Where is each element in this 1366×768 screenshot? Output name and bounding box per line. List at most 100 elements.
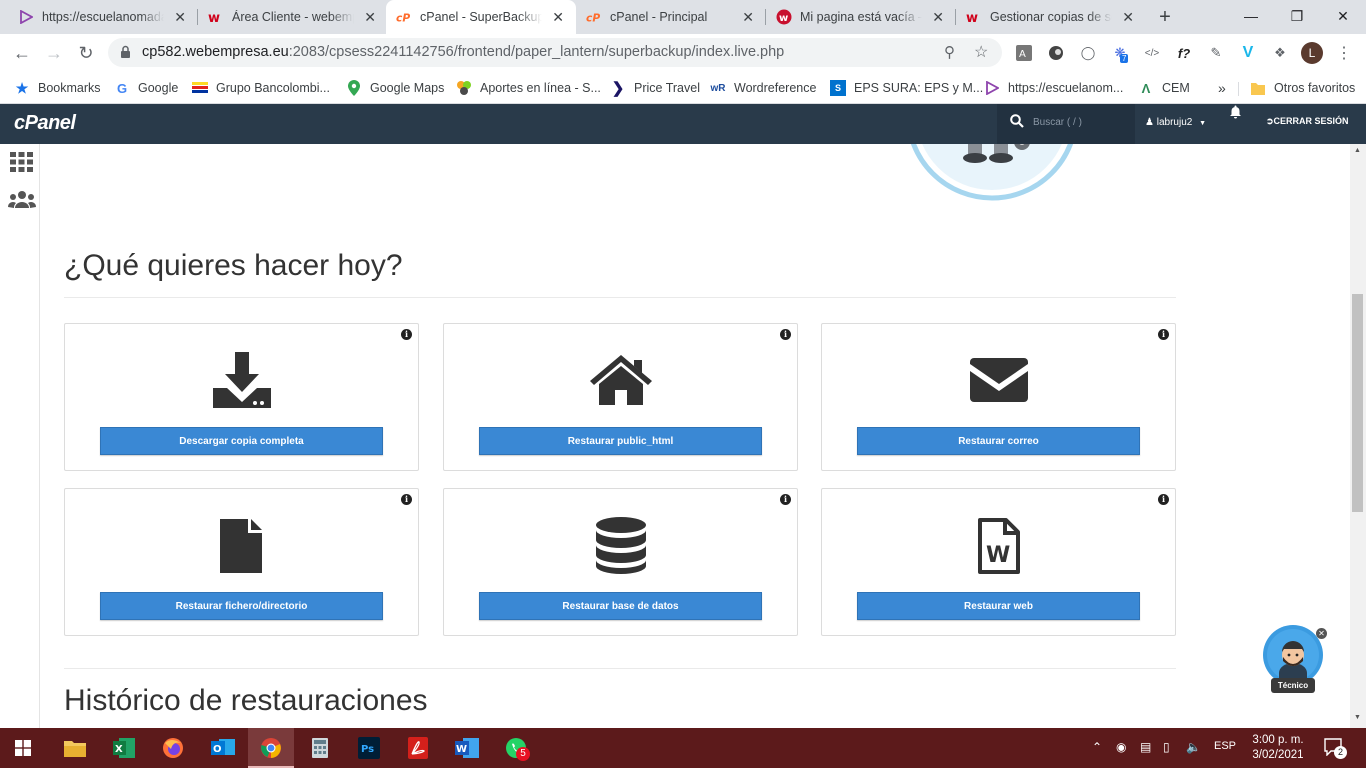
reload-button[interactable]: ↻ xyxy=(74,41,98,65)
extensions-puzzle-icon[interactable]: ❖ xyxy=(1270,43,1290,63)
back-button[interactable]: ← xyxy=(10,41,34,65)
info-icon[interactable]: i xyxy=(401,329,412,340)
profile-avatar[interactable]: L xyxy=(1301,42,1323,64)
page-scrollbar[interactable]: ▲ ▼ xyxy=(1350,144,1366,728)
other-bookmarks[interactable]: Otros favoritos xyxy=(1250,78,1355,98)
bookmark-item[interactable]: ★ Bookmarks xyxy=(14,78,101,98)
headphones-extension-icon[interactable]: ◯ xyxy=(1078,43,1098,63)
close-icon[interactable]: ✕ xyxy=(362,9,378,26)
tab-cpanel-principal[interactable]: cP cPanel - Principal ✕ xyxy=(576,0,766,34)
info-icon[interactable]: i xyxy=(780,329,791,340)
new-tab-button[interactable]: + xyxy=(1154,6,1176,28)
restore-database-button[interactable]: Restaurar base de datos xyxy=(479,592,762,620)
restore-file-button[interactable]: Restaurar fichero/directorio xyxy=(100,592,383,620)
lock-icon[interactable] xyxy=(120,45,131,64)
bookmarks-overflow-button[interactable]: » xyxy=(1218,78,1226,98)
function-extension-icon[interactable]: f? xyxy=(1174,43,1194,63)
webempresa-icon: w xyxy=(208,9,224,25)
folder-icon xyxy=(1250,80,1266,96)
tab-cpanel-superbackup[interactable]: cP cPanel - SuperBackup ✕ xyxy=(386,0,576,34)
scroll-down-icon[interactable]: ▼ xyxy=(1354,714,1361,721)
user-menu[interactable]: ♟ labruju2 ▼ xyxy=(1145,117,1206,128)
logout-button[interactable]: ➲CERRAR SESIÓN xyxy=(1266,116,1349,127)
forward-button[interactable]: → xyxy=(42,41,66,65)
photoshop-icon[interactable]: Ps xyxy=(354,734,384,762)
firefox-icon[interactable] xyxy=(158,734,188,762)
word-icon[interactable]: W xyxy=(452,734,482,762)
tray-expand-icon[interactable]: ⌃ xyxy=(1092,740,1102,754)
close-icon[interactable]: ✕ xyxy=(740,9,756,26)
play-triangle-icon xyxy=(18,9,34,25)
search-input[interactable]: Buscar ( / ) xyxy=(1033,117,1082,128)
close-icon[interactable]: ✕ xyxy=(172,9,188,26)
action-card-restore-database: i Restaurar base de datos xyxy=(443,488,798,636)
code-extension-icon[interactable]: </> xyxy=(1142,43,1162,63)
chrome-icon[interactable] xyxy=(256,734,286,762)
users-icon[interactable] xyxy=(8,190,36,215)
scrollbar-thumb[interactable] xyxy=(1352,294,1363,512)
address-bar[interactable]: cp582.webempresa.eu:2083/cpsess224114275… xyxy=(108,38,1002,67)
tab-mi-pagina[interactable]: w Mi pagina está vacía – A ✕ xyxy=(766,0,956,34)
bookmark-item[interactable]: wR Wordreference xyxy=(710,78,817,98)
bookmark-item[interactable]: Aportes en línea - S... xyxy=(456,78,601,98)
system-clock[interactable]: 3:00 p. m. 3/02/2021 xyxy=(1246,733,1310,763)
bookmark-divider xyxy=(1238,82,1239,96)
bookmark-item[interactable]: ❯ Price Travel xyxy=(610,78,700,98)
download-full-backup-button[interactable]: Descargar copia completa xyxy=(100,427,383,455)
tab-escuelanomada[interactable]: https://escuelanomada... ✕ xyxy=(8,0,198,34)
bookmark-item[interactable]: Λ CEM xyxy=(1138,78,1190,98)
cpanel-search[interactable]: Buscar ( / ) xyxy=(997,104,1135,144)
page-title: ¿Qué quieres hacer hoy? xyxy=(64,249,403,282)
menu-kebab-icon[interactable]: ⋮ xyxy=(1334,43,1354,63)
close-icon[interactable]: ✕ xyxy=(930,9,946,26)
excel-icon[interactable]: X xyxy=(109,734,139,762)
caret-down-icon: ▼ xyxy=(1199,120,1207,127)
gear-extension-icon[interactable]: ❋ 7 xyxy=(1110,43,1130,63)
bookmark-item[interactable]: Google Maps xyxy=(346,78,444,98)
network-icon[interactable]: ▤ xyxy=(1140,740,1151,754)
grid-apps-icon[interactable] xyxy=(10,152,34,177)
bookmark-item[interactable]: Grupo Bancolombi... xyxy=(192,78,330,98)
zoom-search-icon[interactable]: ⚲ xyxy=(944,43,955,61)
bookmark-item[interactable]: S EPS SURA: EPS y M... xyxy=(830,78,983,98)
info-icon[interactable]: i xyxy=(1158,329,1169,340)
pricetravel-icon: ❯ xyxy=(611,80,625,97)
minimize-button[interactable]: — xyxy=(1228,0,1274,32)
close-icon[interactable]: ✕ xyxy=(550,9,566,26)
bookmark-star-icon[interactable]: ☆ xyxy=(974,42,988,62)
close-window-button[interactable]: ✕ xyxy=(1320,0,1366,32)
maximize-button[interactable]: ❐ xyxy=(1274,0,1320,32)
tray-app-icon[interactable]: ◉ xyxy=(1116,740,1126,754)
circle-extension-icon[interactable] xyxy=(1046,43,1066,63)
outlook-icon[interactable]: O xyxy=(208,734,238,762)
tab-gestionar-copias[interactable]: w Gestionar copias de seguridad ✕ xyxy=(956,0,1146,34)
battery-icon[interactable]: ▯ xyxy=(1163,740,1170,754)
acrobat-icon[interactable] xyxy=(403,734,433,762)
acrobat-extension-icon[interactable]: A xyxy=(1014,43,1034,63)
close-icon[interactable]: ✕ xyxy=(1316,628,1327,639)
calculator-icon[interactable] xyxy=(305,734,335,762)
language-indicator[interactable]: ESP xyxy=(1214,740,1236,752)
bookmark-item[interactable]: G Google xyxy=(114,78,178,98)
notifications-icon[interactable]: 2 xyxy=(1324,738,1347,759)
cpanel-logo[interactable]: cPanel xyxy=(14,112,76,135)
restore-mail-button[interactable]: Restaurar correo xyxy=(857,427,1140,455)
eyedropper-extension-icon[interactable]: ✎ xyxy=(1206,43,1226,63)
svg-text:w: w xyxy=(966,11,978,24)
scroll-up-icon[interactable]: ▲ xyxy=(1354,147,1361,154)
windows-start-icon[interactable] xyxy=(8,734,38,762)
bell-icon[interactable] xyxy=(1229,105,1242,122)
vimeo-extension-icon[interactable]: V xyxy=(1238,43,1258,63)
file-explorer-icon[interactable] xyxy=(60,734,90,762)
bookmark-item[interactable]: https://escuelanom... xyxy=(984,78,1123,98)
whatsapp-icon[interactable]: 5 xyxy=(501,734,531,762)
close-icon[interactable]: ✕ xyxy=(1120,9,1136,26)
restore-public-html-button[interactable]: Restaurar public_html xyxy=(479,427,762,455)
support-chat-widget[interactable]: ✕ Técnico xyxy=(1261,625,1327,695)
info-icon[interactable]: i xyxy=(1158,494,1169,505)
volume-icon[interactable]: 🔈 xyxy=(1186,740,1201,754)
tab-area-cliente[interactable]: w Área Cliente - webempresa ✕ xyxy=(198,0,388,34)
info-icon[interactable]: i xyxy=(401,494,412,505)
restore-web-button[interactable]: Restaurar web xyxy=(857,592,1140,620)
info-icon[interactable]: i xyxy=(780,494,791,505)
